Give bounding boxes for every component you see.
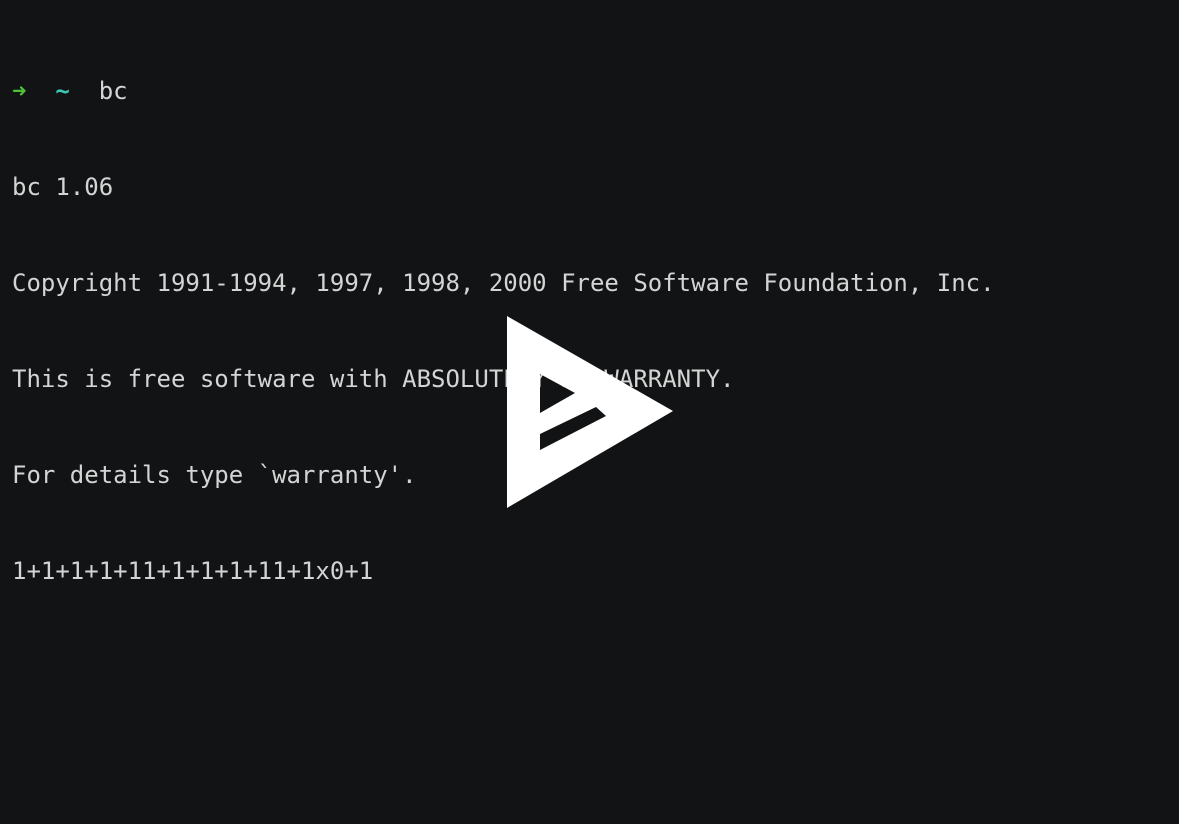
- prompt-command: bc: [98, 77, 128, 105]
- output-line-copyright: Copyright 1991-1994, 1997, 1998, 2000 Fr…: [12, 269, 995, 297]
- prompt-line: ➜ ~ bc: [12, 75, 995, 107]
- output-line-version: bc 1.06: [12, 173, 114, 201]
- terminal-player: ➜ ~ bc bc 1.06 Copyright 1991-1994, 1997…: [0, 0, 1179, 824]
- output-line-warranty: This is free software with ABSOLUTELY NO…: [12, 365, 735, 393]
- play-button[interactable]: [506, 316, 674, 508]
- output-line-details: For details type `warranty'.: [12, 461, 417, 489]
- input-line-expression: 1+1+1+1+11+1+1+1+11+1x0+1: [12, 557, 374, 585]
- play-icon: [507, 316, 673, 508]
- terminal-output: ➜ ~ bc bc 1.06 Copyright 1991-1994, 1997…: [12, 11, 995, 651]
- prompt-directory: ~: [55, 77, 70, 105]
- prompt-arrow: ➜: [12, 77, 27, 105]
